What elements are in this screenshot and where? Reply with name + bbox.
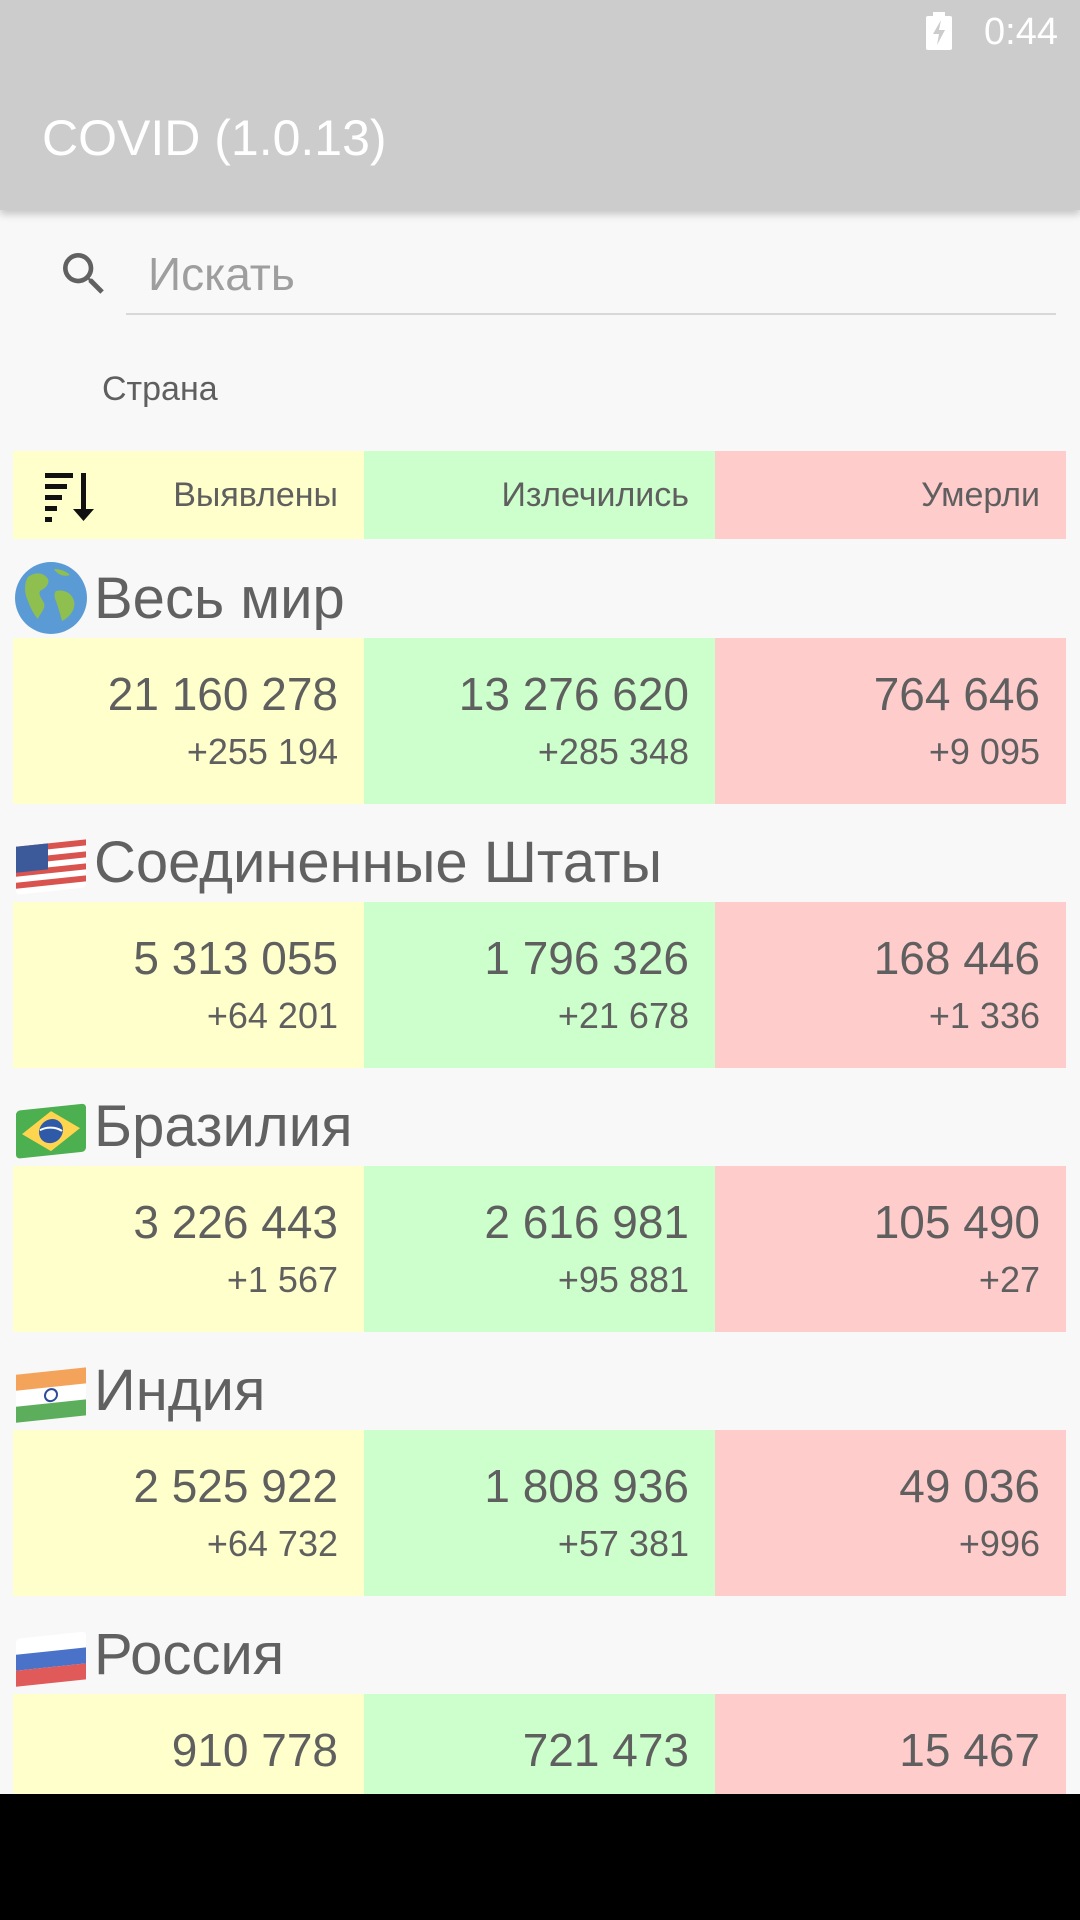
country-name[interactable]: Весь мир [94, 564, 345, 634]
deaths-cell[interactable]: 764 646 +9 095 [715, 638, 1066, 804]
header-deaths-label: Умерли [921, 476, 1040, 514]
recovered-delta: +95 881 [557, 1259, 689, 1300]
country-name[interactable]: Соединенные Штаты [94, 828, 662, 898]
search-input[interactable] [126, 235, 1056, 315]
confirmed-delta: +64 732 [206, 1523, 338, 1564]
header-deaths[interactable]: Умерли [715, 451, 1066, 539]
deaths-total: 49 036 [899, 1460, 1040, 1512]
confirmed-cell[interactable]: 5 313 055 +64 201 [13, 902, 364, 1068]
deaths-cell[interactable]: 15 467 [715, 1694, 1066, 1794]
recovered-cell[interactable]: 13 276 620 +285 348 [364, 638, 715, 804]
header-confirmed[interactable]: Выявлены [13, 451, 364, 539]
country-filter-label[interactable]: Страна [102, 366, 218, 412]
globe-americas-icon [15, 562, 87, 634]
us-flag-icon [16, 839, 86, 895]
sort-descending-icon[interactable] [43, 469, 99, 523]
app-bar: 0:44 COVID (1.0.13) [0, 0, 1080, 210]
deaths-delta: +996 [958, 1523, 1040, 1564]
deaths-cell[interactable]: 105 490 +27 [715, 1166, 1066, 1332]
recovered-total: 1 796 326 [484, 932, 689, 984]
country-name[interactable]: Бразилия [94, 1092, 353, 1162]
brazil-flag-icon [16, 1103, 86, 1159]
navigation-bar [0, 1794, 1080, 1920]
confirmed-cell[interactable]: 2 525 922 +64 732 [13, 1430, 364, 1596]
india-flag-icon [16, 1367, 86, 1423]
recovered-delta: +285 348 [537, 731, 689, 772]
recovered-cell[interactable]: 721 473 [364, 1694, 715, 1794]
recovered-cell[interactable]: 1 808 936 +57 381 [364, 1430, 715, 1596]
confirmed-delta: +255 194 [186, 731, 338, 772]
recovered-total: 2 616 981 [484, 1196, 689, 1248]
deaths-cell[interactable]: 168 446 +1 336 [715, 902, 1066, 1068]
app-screen: 0:44 COVID (1.0.13) Страна Выявлены Изле… [0, 0, 1080, 1794]
header-confirmed-label: Выявлены [173, 476, 338, 514]
confirmed-total: 910 778 [171, 1724, 338, 1776]
header-recovered[interactable]: Излечились [364, 451, 715, 539]
search-icon[interactable] [56, 246, 112, 302]
deaths-total: 168 446 [873, 932, 1040, 984]
deaths-cell[interactable]: 49 036 +996 [715, 1430, 1066, 1596]
recovered-total: 721 473 [522, 1724, 689, 1776]
confirmed-cell[interactable]: 21 160 278 +255 194 [13, 638, 364, 804]
recovered-delta: +21 678 [557, 995, 689, 1036]
battery-charging-icon [926, 12, 952, 50]
header-recovered-label: Излечились [501, 476, 689, 514]
recovered-total: 13 276 620 [458, 668, 689, 720]
deaths-total: 15 467 [899, 1724, 1040, 1776]
russia-flag-icon [16, 1631, 86, 1687]
status-time: 0:44 [984, 11, 1058, 53]
deaths-total: 764 646 [873, 668, 1040, 720]
recovered-cell[interactable]: 1 796 326 +21 678 [364, 902, 715, 1068]
app-title: COVID (1.0.13) [42, 110, 387, 166]
country-name[interactable]: Россия [94, 1620, 284, 1690]
country-name[interactable]: Индия [94, 1356, 265, 1426]
recovered-delta: +57 381 [557, 1523, 689, 1564]
deaths-delta: +27 [978, 1259, 1040, 1300]
deaths-total: 105 490 [873, 1196, 1040, 1248]
confirmed-total: 21 160 278 [107, 668, 338, 720]
confirmed-delta: +64 201 [206, 995, 338, 1036]
recovered-total: 1 808 936 [484, 1460, 689, 1512]
confirmed-total: 2 525 922 [133, 1460, 338, 1512]
deaths-delta: +1 336 [928, 995, 1040, 1036]
confirmed-delta: +1 567 [226, 1259, 338, 1300]
recovered-cell[interactable]: 2 616 981 +95 881 [364, 1166, 715, 1332]
confirmed-cell[interactable]: 910 778 [13, 1694, 364, 1794]
confirmed-total: 3 226 443 [133, 1196, 338, 1248]
deaths-delta: +9 095 [928, 731, 1040, 772]
confirmed-total: 5 313 055 [133, 932, 338, 984]
confirmed-cell[interactable]: 3 226 443 +1 567 [13, 1166, 364, 1332]
